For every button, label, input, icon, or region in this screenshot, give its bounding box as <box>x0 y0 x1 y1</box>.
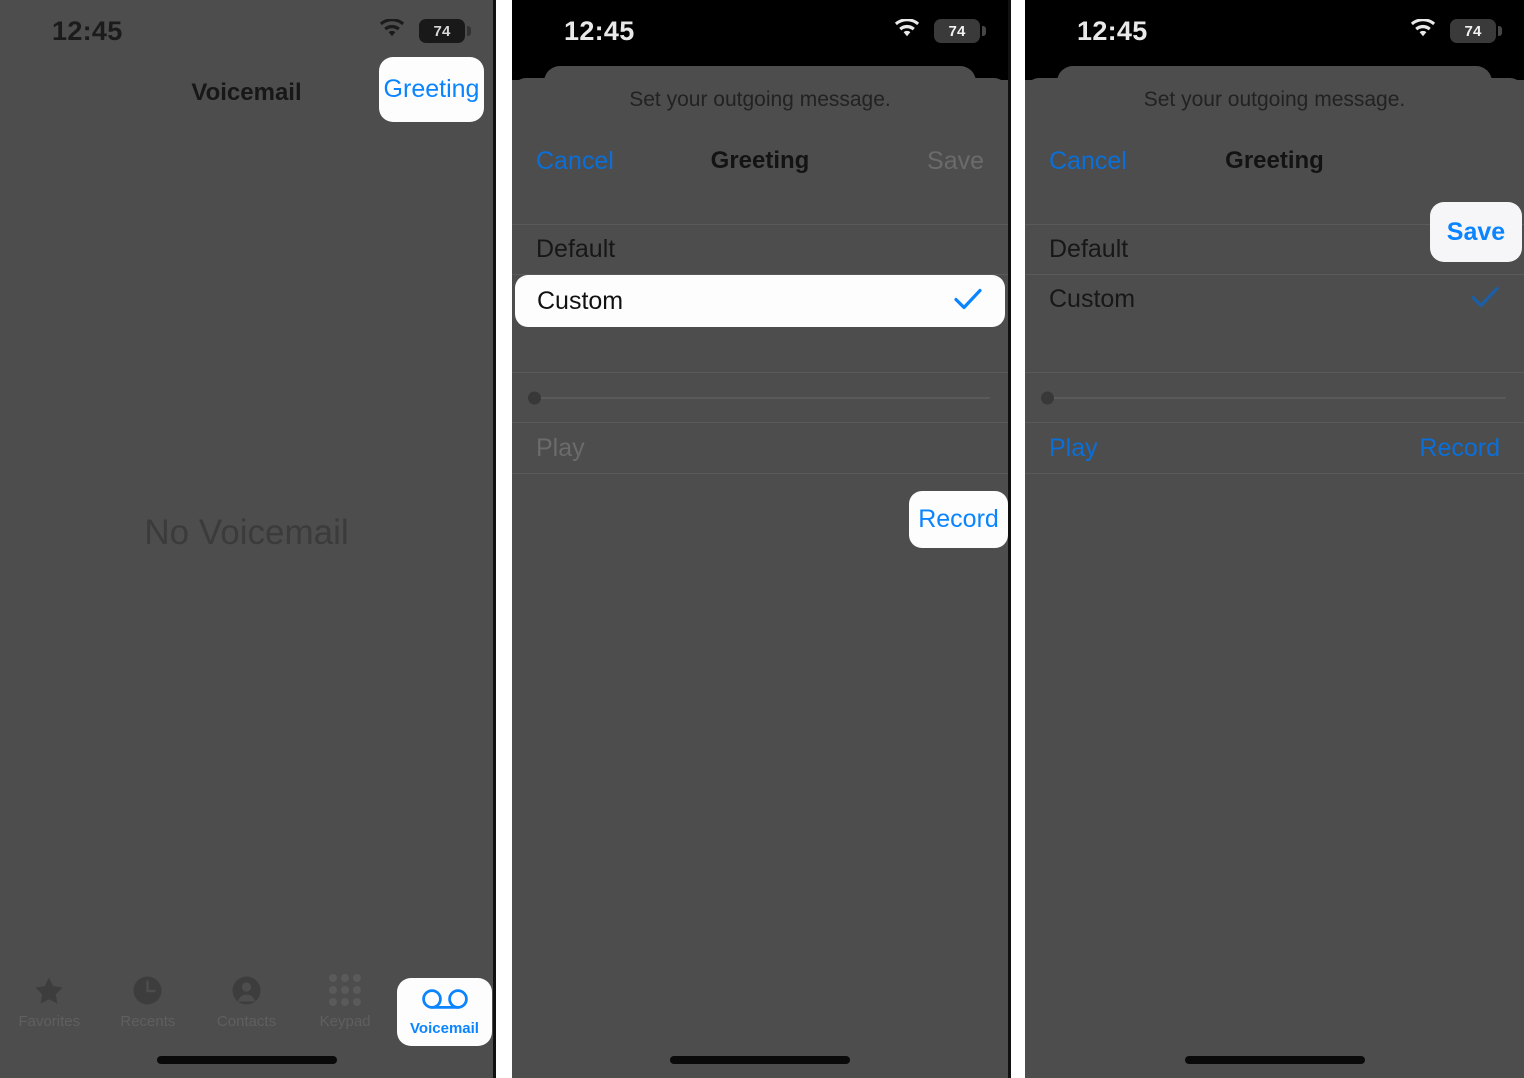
greeting-options-list-2: Default Custom Custom <box>512 224 1008 474</box>
playback-scrubber[interactable] <box>512 372 1008 422</box>
list-item-default[interactable]: Default <box>512 224 1008 274</box>
scrubber-track[interactable] <box>1041 391 1506 404</box>
clock-icon <box>132 973 163 1007</box>
status-bar-2: 12:45 74 <box>512 0 1008 62</box>
tab-favorites-label: Favorites <box>18 1013 81 1030</box>
status-indicators-3: 74 <box>1409 17 1502 44</box>
home-indicator <box>156 1056 337 1064</box>
option-label: Custom <box>1049 285 1136 313</box>
option-label: Default <box>536 235 616 263</box>
play-button[interactable]: Play <box>1049 434 1098 463</box>
tab-contacts[interactable]: Contacts <box>197 960 296 1030</box>
screenshot-stage: 12:45 74 Voicemail No Voicemail Favorite… <box>0 0 1524 1078</box>
record-button-highlight[interactable]: Record <box>909 491 1008 548</box>
sheet-nav-bar-3: Cancel Greeting Save <box>1025 128 1524 194</box>
tab-keypad[interactable]: Keypad <box>296 960 395 1030</box>
sheet-subtitle: Set your outgoing message. <box>629 88 891 111</box>
greeting-button-label: Greeting <box>383 75 480 103</box>
sheet-subtitle: Set your outgoing message. <box>1143 88 1406 111</box>
keypad-icon <box>329 973 362 1007</box>
person-icon <box>231 973 262 1007</box>
wifi-icon <box>1409 17 1437 44</box>
record-button[interactable]: Record <box>1419 434 1500 463</box>
scrubber-track[interactable] <box>528 391 990 404</box>
record-button-label: Record <box>918 505 999 533</box>
tab-keypad-label: Keypad <box>319 1013 371 1030</box>
battery-level: 74 <box>948 22 966 40</box>
scrubber-knob[interactable] <box>1041 391 1054 404</box>
tab-contacts-label: Contacts <box>216 1013 277 1030</box>
voicemail-icon <box>421 988 468 1015</box>
tab-recents-label: Recents <box>120 1013 176 1030</box>
phone-panel-2: 12:45 74 Set your outgoing message. Canc <box>512 0 1011 1078</box>
greeting-sheet-3: Set your outgoing message. Cancel Greeti… <box>1025 78 1524 1078</box>
home-indicator <box>670 1056 850 1064</box>
tab-recents[interactable]: Recents <box>99 960 198 1030</box>
home-indicator <box>1184 1056 1365 1064</box>
greeting-button[interactable]: Greeting <box>379 57 484 122</box>
list-item-custom[interactable]: Custom <box>1025 274 1524 324</box>
battery-icon: 74 <box>934 19 986 43</box>
option-label: Default <box>1049 235 1129 263</box>
empty-state-label: No Voicemail <box>144 513 349 552</box>
status-time-3: 12:45 <box>1077 15 1148 46</box>
scrubber-knob[interactable] <box>528 391 541 404</box>
voicemail-tab-label: Voicemail <box>410 1019 479 1037</box>
save-button[interactable]: Save <box>927 147 984 176</box>
cancel-button[interactable]: Cancel <box>536 147 614 176</box>
custom-option-highlight[interactable]: Custom <box>515 275 1005 327</box>
voicemail-screen: 12:45 74 Voicemail No Voicemail Favorite… <box>0 0 493 1078</box>
save-button-label: Save <box>1446 217 1506 246</box>
save-button-highlight[interactable]: Save <box>1430 202 1522 262</box>
battery-level: 74 <box>1464 22 1482 40</box>
status-indicators-2: 74 <box>893 17 986 44</box>
tab-favorites[interactable]: Favorites <box>0 960 99 1030</box>
checkmark-icon <box>953 287 983 316</box>
battery-icon: 74 <box>1450 19 1502 43</box>
phone-panel-3: 12:45 74 Set your outgoing message. Canc <box>1025 0 1524 1078</box>
empty-state: No Voicemail <box>0 0 493 1078</box>
transport-controls-3: Play Record <box>1025 422 1524 474</box>
list-item-custom[interactable]: Custom Custom <box>512 274 1008 327</box>
voicemail-tab-highlight[interactable]: Voicemail <box>397 978 492 1046</box>
playback-scrubber[interactable] <box>1025 372 1524 422</box>
status-time-2: 12:45 <box>564 15 635 46</box>
option-label: Custom <box>537 286 624 315</box>
wifi-icon <box>893 17 921 44</box>
checkmark-icon <box>1470 285 1500 314</box>
cancel-button[interactable]: Cancel <box>1049 147 1127 176</box>
sheet-nav-bar-2: Cancel Greeting Save <box>512 128 1008 194</box>
play-button[interactable]: Play <box>536 434 585 463</box>
transport-controls-2: Play Record <box>512 422 1008 474</box>
star-icon <box>34 973 64 1007</box>
phone-panel-1: 12:45 74 Voicemail No Voicemail Favorite… <box>0 0 496 1078</box>
status-bar-3: 12:45 74 <box>1025 0 1524 62</box>
greeting-sheet-2: Set your outgoing message. Cancel Greeti… <box>512 78 1008 1078</box>
